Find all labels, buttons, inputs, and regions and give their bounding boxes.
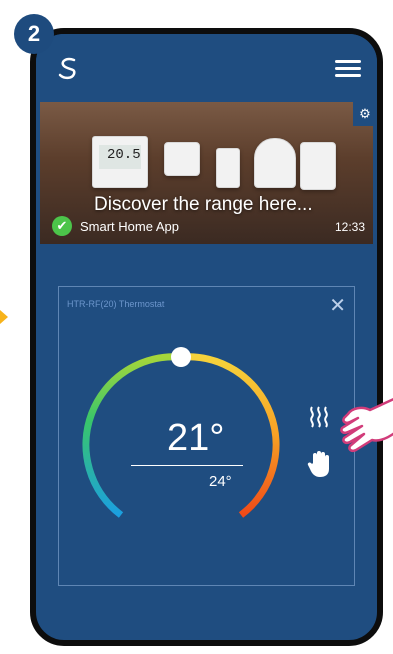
current-temperature: 21° xyxy=(167,417,225,459)
hamburger-menu-icon[interactable] xyxy=(335,60,361,78)
promo-banner[interactable]: 20.5 Discover the range here... ✔ Smart … xyxy=(40,102,373,244)
set-temperature: 24° xyxy=(209,473,232,490)
phone-frame: ⚙ 20.5 Discover the range here... ✔ Smar… xyxy=(30,28,383,646)
step-badge: 2 xyxy=(14,14,54,54)
sensor-device-image xyxy=(164,142,200,176)
plug-device-image xyxy=(216,148,240,188)
valve-device-image xyxy=(254,138,296,188)
banner-footer: ✔ Smart Home App xyxy=(52,216,179,236)
card-title: HTR-RF(20) Thermostat xyxy=(67,299,165,309)
check-icon: ✔ xyxy=(52,216,72,236)
thermostat-device-image: 20.5 xyxy=(92,136,148,188)
salus-logo[interactable] xyxy=(54,54,82,82)
temperature-divider xyxy=(131,465,243,466)
banner-title: Discover the range here... xyxy=(94,194,313,215)
close-icon[interactable]: ✕ xyxy=(329,293,346,318)
thermostat-card[interactable]: HTR-RF(20) Thermostat ✕ 21° 24° xyxy=(58,286,355,586)
app-name: Smart Home App xyxy=(80,218,179,234)
motion-sensor-device-image xyxy=(300,142,336,190)
banner-time: 12:33 xyxy=(334,220,365,234)
heat-icon xyxy=(310,406,328,428)
dial-knob xyxy=(171,347,191,367)
top-bar xyxy=(36,34,377,102)
gear-icon[interactable]: ⚙ xyxy=(353,102,377,126)
hand-icon[interactable] xyxy=(307,449,333,479)
arrow-indicator xyxy=(0,310,8,324)
pointer-hand-icon xyxy=(340,398,393,453)
